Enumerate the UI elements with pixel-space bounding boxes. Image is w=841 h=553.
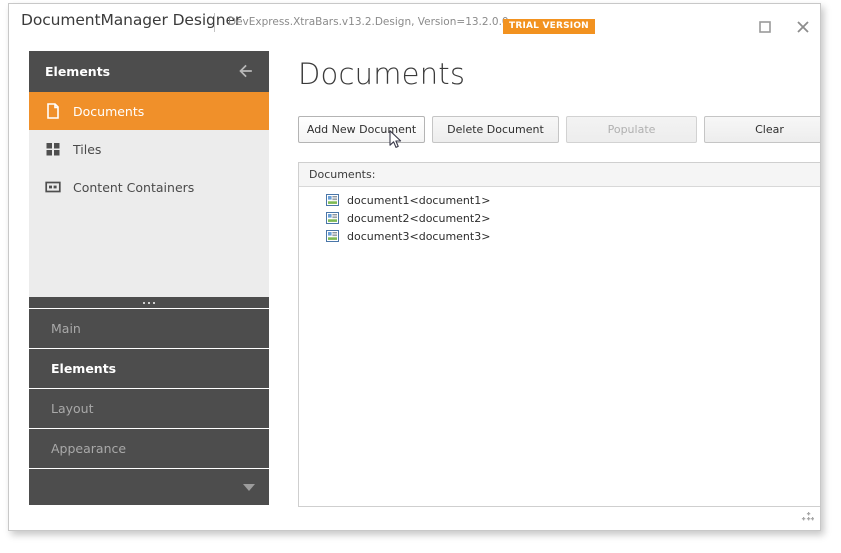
document-item-icon bbox=[326, 230, 339, 242]
documents-list-panel: Documents: document1<document1> document… bbox=[298, 162, 820, 507]
back-arrow-icon bbox=[239, 64, 252, 78]
sidebar-nav-more[interactable] bbox=[29, 469, 269, 505]
sidebar-nav-label: Elements bbox=[51, 361, 117, 376]
toolbar-button-row: Add New Document Delete Document Populat… bbox=[298, 116, 820, 143]
title-separator bbox=[214, 13, 215, 32]
sidebar-nav-elements[interactable]: Elements bbox=[29, 349, 269, 389]
list-item-label: document2<document2> bbox=[347, 211, 491, 225]
clear-button[interactable]: Clear bbox=[704, 116, 820, 143]
sidebar: Elements Documents Tiles Content Contain… bbox=[29, 51, 269, 507]
sidebar-nav-appearance[interactable]: Appearance bbox=[29, 429, 269, 469]
tiles-icon bbox=[46, 143, 60, 156]
close-button[interactable] bbox=[792, 17, 814, 37]
sidebar-item-label: Documents bbox=[73, 103, 145, 119]
assembly-info: DevExpress.XtraBars.v13.2.Design, Versio… bbox=[228, 16, 509, 28]
title-bar: DocumentManager Designer DevExpress.Xtra… bbox=[9, 4, 820, 42]
sidebar-item-documents[interactable]: Documents bbox=[29, 92, 269, 130]
sidebar-item-content-containers[interactable]: Content Containers bbox=[29, 168, 269, 206]
sidebar-item-label: Content Containers bbox=[73, 179, 195, 195]
close-icon bbox=[797, 21, 809, 33]
delete-document-button[interactable]: Delete Document bbox=[432, 116, 559, 143]
drag-dot bbox=[143, 301, 145, 304]
sidebar-item-tiles[interactable]: Tiles bbox=[29, 130, 269, 168]
list-item[interactable]: document2<document2> bbox=[299, 209, 820, 227]
maximize-icon bbox=[759, 21, 771, 33]
content-container-icon bbox=[45, 181, 61, 193]
sidebar-header-title: Elements bbox=[45, 64, 111, 79]
documents-list-header: Documents: bbox=[299, 163, 820, 187]
list-item-label: document1<document1> bbox=[347, 193, 491, 207]
documents-list-header-label: Documents: bbox=[309, 168, 376, 181]
list-item[interactable]: document3<document3> bbox=[299, 227, 820, 245]
populate-button[interactable]: Populate bbox=[566, 116, 697, 143]
back-button[interactable] bbox=[237, 62, 257, 80]
sidebar-nav-label: Main bbox=[51, 321, 81, 336]
document-icon bbox=[47, 103, 59, 119]
drag-dot bbox=[153, 301, 155, 304]
add-new-document-button[interactable]: Add New Document bbox=[298, 116, 425, 143]
main-content: Documents Add New Document Delete Docume… bbox=[289, 51, 820, 530]
sidebar-nav-label: Appearance bbox=[51, 441, 127, 456]
designer-window: DocumentManager Designer DevExpress.Xtra… bbox=[8, 3, 821, 531]
chevron-down-icon bbox=[243, 484, 255, 491]
sidebar-nav-main[interactable]: Main bbox=[29, 309, 269, 349]
document-item-icon bbox=[326, 194, 339, 206]
sidebar-nav-layout[interactable]: Layout bbox=[29, 389, 269, 429]
document-item-icon bbox=[326, 212, 339, 224]
sidebar-element-list: Documents Tiles Content Containers bbox=[29, 92, 269, 297]
resize-grip-icon bbox=[801, 512, 815, 521]
resize-grip[interactable] bbox=[800, 510, 815, 524]
list-item[interactable]: document1<document1> bbox=[299, 191, 820, 209]
app-title: DocumentManager Designer bbox=[21, 11, 242, 29]
documents-list-body: document1<document1> document2<document2… bbox=[299, 187, 820, 245]
maximize-button[interactable] bbox=[754, 17, 776, 37]
sidebar-drag-handle[interactable] bbox=[29, 297, 269, 308]
sidebar-nav-label: Layout bbox=[51, 401, 94, 416]
list-item-label: document3<document3> bbox=[347, 229, 491, 243]
sidebar-header: Elements bbox=[29, 51, 269, 92]
drag-dot bbox=[148, 301, 150, 304]
sidebar-item-label: Tiles bbox=[73, 141, 102, 157]
trial-version-badge: TRIAL VERSION bbox=[503, 19, 595, 34]
sidebar-nav: Main Elements Layout Appearance bbox=[29, 309, 269, 507]
page-title: Documents bbox=[298, 57, 466, 91]
